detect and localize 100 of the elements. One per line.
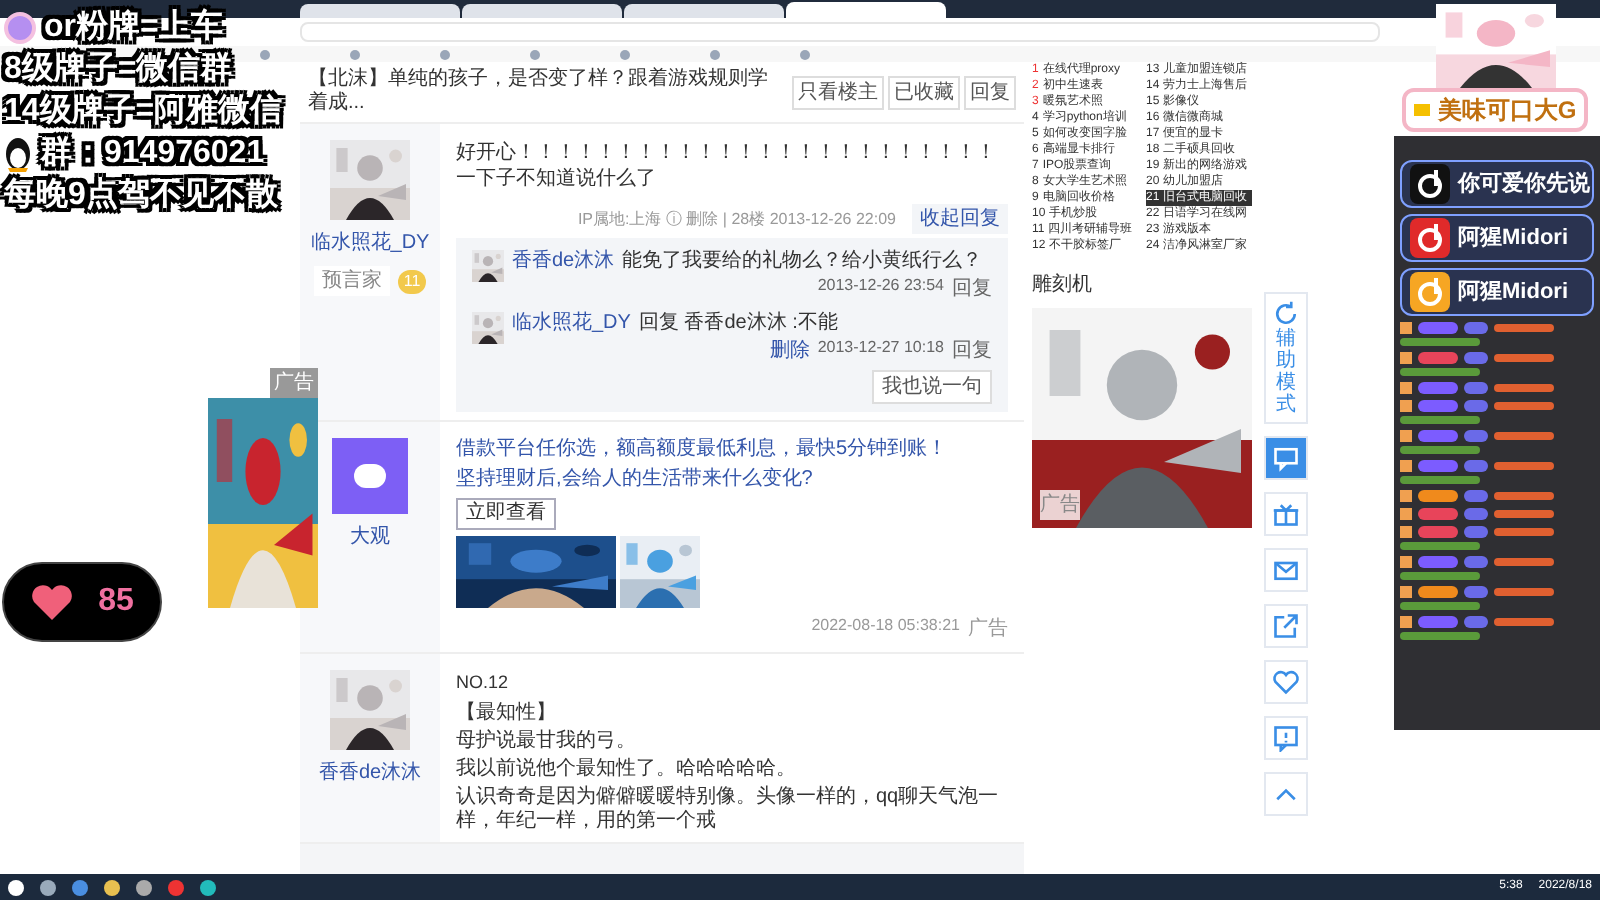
thread-action-button[interactable]: 只看楼主 (792, 75, 884, 109)
role-badge (1464, 526, 1488, 538)
bookmark-icon[interactable] (530, 49, 540, 59)
user-badge: 预言家 (313, 266, 390, 296)
side-tool-button[interactable] (1264, 548, 1308, 592)
reply-time: 2013-12-27 10:18 (817, 336, 944, 360)
chat-message-bar (1494, 432, 1554, 440)
post-text: 认识奇奇是因为僻僻暖暖特别像。头像一样的，qq聊天气泡一样，年纪一样，用的第一个戒 (456, 785, 1001, 833)
reply-author[interactable]: 临水照花_DY (512, 312, 631, 336)
reply-link[interactable]: 回复 (952, 274, 992, 304)
music-icon (1410, 218, 1450, 258)
chat-message-bar (1400, 338, 1480, 346)
chat-message-bar (1400, 416, 1480, 424)
thread-action-button[interactable]: 已收藏 (888, 75, 960, 109)
social-account: 阿猩Midori (1400, 268, 1594, 316)
say-something-button[interactable]: 我也说一句 (872, 370, 992, 404)
reply-link[interactable]: 回复 (952, 336, 992, 366)
refresh-icon (1272, 300, 1300, 328)
user-level-badge (1400, 616, 1412, 628)
bookmark-icon[interactable] (350, 49, 360, 59)
heart-icon (30, 582, 75, 622)
ad-time: 2022-08-18 05:38:21 (811, 614, 960, 638)
chat-message-bar (1400, 542, 1480, 550)
username[interactable]: 大观 (350, 522, 390, 552)
chat-message-bar (1494, 558, 1554, 566)
bookmark-icon[interactable] (620, 49, 630, 59)
chat-message-bar (1400, 446, 1480, 454)
post-text: 我以前说他个最知性了。哈哈哈哈哈。 (456, 757, 798, 781)
post-text: 【最知性】 (456, 701, 558, 725)
role-badge (1464, 352, 1488, 364)
chat-message-bar (1494, 510, 1554, 518)
bookmark-icon[interactable] (710, 49, 720, 59)
ad-label: 广告 (1040, 490, 1080, 520)
thanks-banner: 美味可口大G (1401, 88, 1589, 132)
side-tool-button[interactable]: 辅助模式 (1264, 292, 1308, 424)
chat-message-bar (1494, 528, 1554, 536)
chat-message-bar (1400, 632, 1480, 640)
ad-label: 广告 (270, 368, 318, 398)
overlay-caption: 14级牌子=阿雅微信 (4, 92, 283, 130)
role-badge (1464, 490, 1488, 502)
username[interactable]: 香香de沐沐 (318, 758, 422, 788)
side-tool-button[interactable] (1264, 716, 1308, 760)
bookmark-icon[interactable] (260, 49, 270, 59)
chat-message-bar (1494, 324, 1554, 332)
reply-text: 回复 香香de沐沐 :不能 (638, 312, 838, 336)
user-level-badge (1400, 352, 1412, 364)
username[interactable]: 临水照花_DY (310, 228, 430, 258)
chat-message-bar (1494, 492, 1554, 500)
floor-number: NO.12 (456, 670, 511, 696)
overlay-caption: 8级牌子=微信群 (4, 50, 233, 88)
heart-icon (1272, 668, 1300, 696)
reply-time: 2013-12-26 23:54 (817, 274, 944, 298)
role-badge (1464, 616, 1488, 628)
side-tool-button[interactable] (1264, 492, 1308, 536)
chat-message-bar (1494, 462, 1554, 470)
ad-title: 雕刻机 (1032, 271, 1094, 300)
side-tool-button[interactable] (1264, 772, 1308, 816)
side-tool-button[interactable] (1264, 604, 1308, 648)
post-meta: IP属地:上海 ⓘ 删除 | 28楼 2013-12-26 22:09 (577, 207, 896, 231)
ad-label: 广告 (968, 615, 1008, 644)
overlay-caption: or粉牌=上车 (44, 8, 223, 46)
level-badge: 11 (397, 269, 427, 293)
role-badge (1464, 430, 1488, 442)
side-tool-button[interactable] (1264, 660, 1308, 704)
chat-message-bar (1494, 384, 1554, 392)
view-now-button[interactable]: 立即查看 (456, 498, 556, 530)
ad-subtitle[interactable]: 坚持理财后,会给人的生活带来什么变化? (456, 468, 1008, 492)
user-level-badge (1400, 460, 1412, 472)
alert-icon (1272, 724, 1300, 752)
role-badge (1464, 508, 1488, 520)
thread-title: 【北沫】单纯的孩子，是否变了样？跟着游戏规则学着成... (308, 68, 770, 116)
post-text: 好开心！！！！！！！！！！！！！！！！！！！！！！！！一下子不知道说什么了 (456, 140, 998, 192)
chat-message-bar (1400, 476, 1480, 484)
bookmark-icon[interactable] (440, 49, 450, 59)
thread-action-button[interactable]: 回复 (964, 75, 1016, 109)
side-tool-button[interactable] (1264, 436, 1308, 480)
role-badge (1464, 556, 1488, 568)
chat-message-bar (1400, 368, 1480, 376)
share-icon (1272, 612, 1300, 640)
role-badge (1464, 460, 1488, 472)
role-badge (1464, 400, 1488, 412)
user-level-badge (1400, 586, 1412, 598)
bookmark-icon[interactable] (800, 49, 810, 59)
collapse-replies-link[interactable]: 收起回复 (912, 204, 1008, 234)
crown-icon (1413, 104, 1430, 116)
chat-message-bar (1400, 602, 1480, 610)
user-level-badge (1400, 556, 1412, 568)
overlay-caption: 每晚9点驾不见不散 (4, 176, 278, 214)
chat-message-bar (1400, 572, 1480, 580)
social-account: 你可爱你先说 (1400, 160, 1594, 208)
chat-message-bar (1494, 588, 1554, 596)
robot-avatar (332, 438, 408, 514)
role-badge (1464, 322, 1488, 334)
heart-counter: 85 (2, 562, 162, 642)
delete-link[interactable]: 删除 (769, 336, 810, 366)
overlay-caption: 群：914976021 (40, 134, 265, 172)
role-badge (1464, 586, 1488, 598)
post-text: 母护说最甘我的弓。 (456, 729, 638, 753)
reply-author[interactable]: 香香de沐沐 (512, 250, 615, 274)
ad-headline[interactable]: 借款平台任你选，额高额度最低利息，最快5分钟到账！ (456, 438, 1008, 462)
